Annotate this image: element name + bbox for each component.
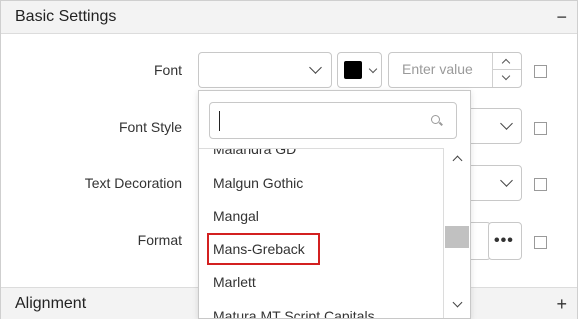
text-decoration-checkbox[interactable]: [534, 178, 547, 191]
search-icon: [431, 115, 440, 124]
font-style-checkbox[interactable]: [534, 122, 547, 135]
spinner-divider: [492, 53, 493, 87]
text-decoration-label: Text Decoration: [84, 175, 182, 191]
selected-list-item[interactable]: Mans-Greback: [213, 241, 305, 257]
list-scrollbar[interactable]: [443, 148, 470, 318]
basic-settings-header[interactable]: Basic Settings −: [1, 1, 577, 34]
spin-down-icon[interactable]: [501, 71, 511, 81]
font-search-input[interactable]: [209, 102, 457, 139]
format-browse-button[interactable]: •••: [488, 222, 522, 260]
font-checkbox[interactable]: [534, 65, 547, 78]
section-title: Alignment: [15, 294, 87, 312]
numeric-placeholder: Enter value: [402, 61, 473, 77]
spin-up-icon[interactable]: [501, 58, 511, 68]
text-caret: [219, 111, 220, 131]
font-dropdown-popup: Malandra GD Malgun Gothic Mangal Mans-Gr…: [198, 90, 471, 319]
more-icon: •••: [494, 232, 514, 249]
scroll-thumb[interactable]: [445, 226, 469, 248]
list-item[interactable]: Marlett: [213, 274, 256, 290]
list-item[interactable]: Malandra GD: [213, 149, 296, 157]
properties-panel: Basic Settings − Font Enter value Font S…: [0, 0, 578, 319]
chevron-down-icon[interactable]: [500, 174, 513, 187]
scroll-up-icon[interactable]: [452, 155, 463, 166]
chevron-down-icon[interactable]: [309, 61, 322, 74]
font-list: Malandra GD Malgun Gothic Mangal Mans-Gr…: [199, 148, 443, 318]
format-checkbox[interactable]: [534, 236, 547, 249]
list-item[interactable]: Malgun Gothic: [213, 175, 303, 191]
spinner-divider: [493, 69, 521, 70]
font-style-label: Font Style: [118, 119, 182, 135]
chevron-down-icon[interactable]: [368, 64, 378, 74]
collapse-icon[interactable]: −: [556, 8, 567, 26]
chevron-down-icon[interactable]: [500, 117, 513, 130]
font-label: Font: [153, 62, 182, 78]
scroll-down-icon[interactable]: [452, 297, 463, 308]
color-picker[interactable]: [337, 52, 382, 88]
font-dropdown[interactable]: [198, 52, 332, 88]
expand-icon[interactable]: +: [556, 295, 567, 313]
list-item[interactable]: Mangal: [213, 208, 259, 224]
format-label: Format: [137, 232, 182, 248]
numeric-input[interactable]: Enter value: [388, 52, 522, 88]
list-item[interactable]: Matura MT Script Capitals: [213, 308, 375, 318]
section-title: Basic Settings: [15, 8, 117, 25]
color-swatch: [344, 61, 362, 79]
